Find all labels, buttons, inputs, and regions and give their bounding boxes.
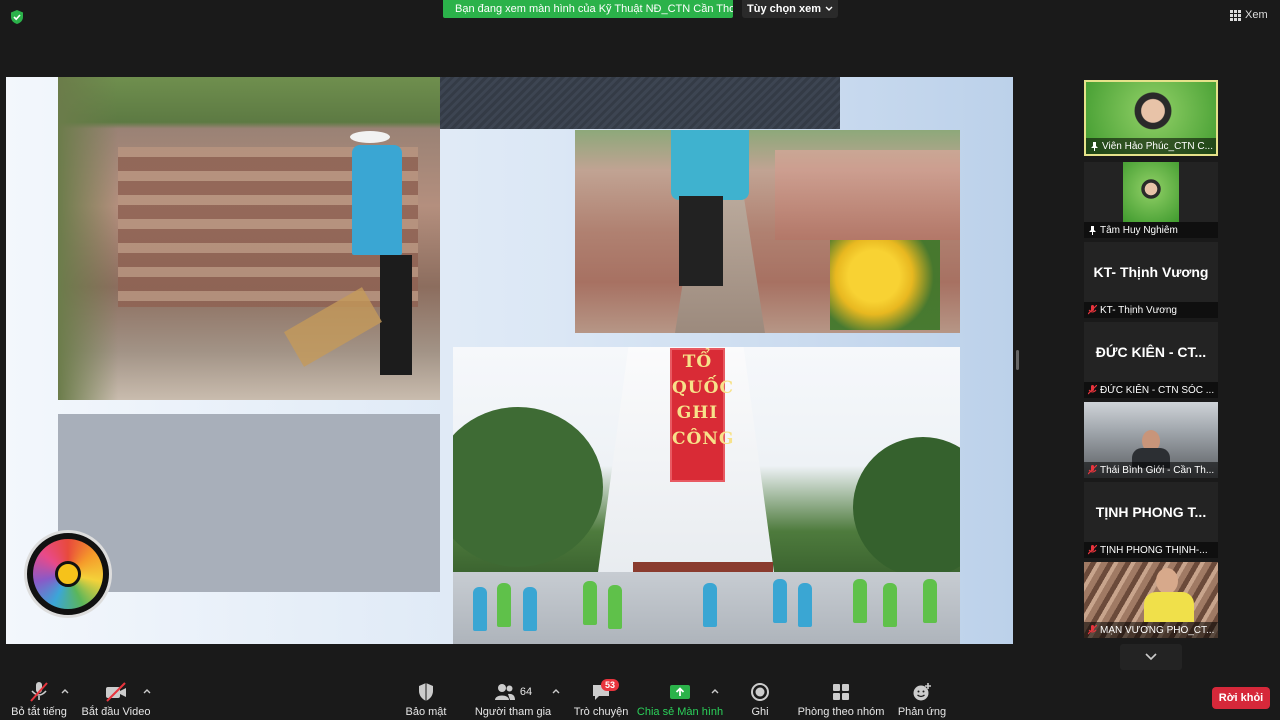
share-screen-button[interactable]: Chia sẻ Màn hình <box>636 678 724 718</box>
participant-name: Thái Bình Giới - Cần Th... <box>1100 464 1215 476</box>
mic-muted-icon <box>1088 545 1097 555</box>
participant-name: MẠN VƯƠNG PHO_CT... <box>1100 624 1215 636</box>
monument-inscription: TỔ QUỐC GHI CÔNG <box>670 348 735 482</box>
security-shield-icon[interactable] <box>9 9 25 25</box>
mic-muted-icon <box>1088 465 1097 475</box>
panel-resize-handle[interactable] <box>1016 350 1019 370</box>
logo-color-wheel-icon <box>33 539 103 609</box>
presenter-logo-badge <box>24 530 112 618</box>
participant-tile[interactable]: Thái Bình Giới - Cần Th... <box>1084 402 1218 478</box>
pin-icon <box>1091 141 1098 151</box>
yellow-flower <box>830 240 940 330</box>
reactions-button[interactable]: Phản ứng <box>896 678 948 718</box>
photo-cemetery-sweeping <box>58 77 440 400</box>
share-screen-icon <box>670 685 690 699</box>
breakout-rooms-icon <box>833 684 849 700</box>
mic-muted-icon <box>1088 305 1097 315</box>
participants-label: Người tham gia <box>474 706 552 718</box>
grid-icon <box>1230 9 1241 21</box>
chat-label: Trò chuyện <box>573 706 629 718</box>
record-label: Ghi <box>751 706 769 718</box>
participant-display-name: KT- Thịnh Vương <box>1093 264 1209 280</box>
logo-core <box>55 561 81 587</box>
leave-meeting-button[interactable]: Rời khỏi <box>1212 687 1270 709</box>
participant-name: ĐỨC KIÊN - CTN SÓC ... <box>1100 384 1215 396</box>
banner-text: Bạn đang xem màn hình của Kỹ Thuật NĐ_CT… <box>455 3 733 15</box>
chat-button[interactable]: 53 Trò chuyện <box>572 678 630 718</box>
video-off-icon <box>106 682 126 702</box>
audio-options-caret-icon[interactable] <box>60 686 70 696</box>
participant-label: Viên Hảo Phúc_CTN C... <box>1086 138 1216 154</box>
participant-name: KT- Thịnh Vương <box>1100 304 1177 316</box>
participant-tile[interactable]: Viên Hảo Phúc_CTN C... <box>1084 80 1218 156</box>
chat-unread-badge: 53 <box>601 679 620 691</box>
participants-count: 64 <box>519 686 533 698</box>
participant-label: TỊNH PHONG THỊNH-... <box>1084 542 1218 558</box>
people-icon <box>494 684 515 700</box>
inscription-line-3: GHI <box>676 403 719 423</box>
start-video-button[interactable]: Bắt đầu Video <box>80 678 152 718</box>
chevron-down-icon <box>825 6 833 11</box>
video-options-caret-icon[interactable] <box>142 686 152 696</box>
participant-tile[interactable]: Tâm Huy Nghiêm <box>1084 162 1218 238</box>
unmute-label: Bỏ tắt tiếng <box>11 706 67 718</box>
photo-path-sweeping <box>575 130 960 333</box>
participant-display-name: ĐỨC KIÊN - CT... <box>1095 344 1207 360</box>
unmute-button[interactable]: Bỏ tắt tiếng <box>8 678 70 718</box>
breakout-rooms-label: Phòng theo nhóm <box>797 706 885 718</box>
share-options-caret-icon[interactable] <box>710 686 720 696</box>
participant-label: Thái Bình Giới - Cần Th... <box>1084 462 1218 478</box>
participant-display-name: TỊNH PHONG T... <box>1095 504 1207 520</box>
chevron-down-icon <box>1145 653 1157 661</box>
pin-icon <box>1089 225 1096 235</box>
record-icon <box>751 683 769 701</box>
security-button[interactable]: Bảo mật <box>400 678 452 718</box>
participant-tile[interactable]: TỊNH PHONG T... TỊNH PHONG THỊNH-... <box>1084 482 1218 558</box>
inscription-line-1: TỔ <box>682 352 713 372</box>
view-options-label: Tùy chọn xem <box>747 3 821 15</box>
view-label: Xem <box>1245 9 1268 21</box>
leave-label: Rời khỏi <box>1218 692 1264 704</box>
inscription-line-4: CÔNG <box>672 428 735 449</box>
reactions-label: Phản ứng <box>897 706 947 718</box>
emoji-plus-icon <box>913 683 931 701</box>
record-button[interactable]: Ghi <box>740 678 780 718</box>
screen-share-banner: Bạn đang xem màn hình của Kỹ Thuật NĐ_CT… <box>443 0 733 18</box>
participant-name: Tâm Huy Nghiêm <box>1100 224 1178 236</box>
view-layout-button[interactable]: Xem <box>1230 6 1274 24</box>
participant-name: Viên Hảo Phúc_CTN C... <box>1102 140 1213 152</box>
participants-button[interactable]: 64 Người tham gia <box>474 678 552 718</box>
share-screen-label: Chia sẻ Màn hình <box>636 706 724 718</box>
shared-screen[interactable]: TỔ QUỐC GHI CÔNG <box>6 77 1013 644</box>
participant-label: Tâm Huy Nghiêm <box>1084 222 1218 238</box>
participant-label: MẠN VƯƠNG PHO_CT... <box>1084 622 1218 638</box>
participant-label: KT- Thịnh Vương <box>1084 302 1218 318</box>
security-label: Bảo mật <box>405 706 447 718</box>
view-options-button[interactable]: Tùy chọn xem <box>742 0 838 18</box>
mic-muted-icon <box>1088 385 1097 395</box>
participants-options-caret-icon[interactable] <box>551 686 561 696</box>
breakout-rooms-button[interactable]: Phòng theo nhóm <box>796 678 886 718</box>
participant-tile[interactable]: KT- Thịnh Vương KT- Thịnh Vương <box>1084 242 1218 318</box>
slide-placeholder-box <box>58 414 440 592</box>
participant-tile[interactable]: ĐỨC KIÊN - CT... ĐỨC KIÊN - CTN SÓC ... <box>1084 322 1218 398</box>
inscription-line-2: QUỐC <box>672 377 734 398</box>
shield-icon <box>419 683 433 701</box>
start-video-label: Bắt đầu Video <box>81 706 151 718</box>
participant-name: TỊNH PHONG THỊNH-... <box>1100 544 1208 556</box>
participant-video <box>1123 162 1179 222</box>
participant-tile[interactable]: MẠN VƯƠNG PHO_CT... <box>1084 562 1218 638</box>
mic-muted-icon <box>1088 625 1097 635</box>
more-participants-button[interactable] <box>1120 644 1182 670</box>
participant-label: ĐỨC KIÊN - CTN SÓC ... <box>1084 382 1218 398</box>
mic-muted-icon <box>30 682 48 702</box>
